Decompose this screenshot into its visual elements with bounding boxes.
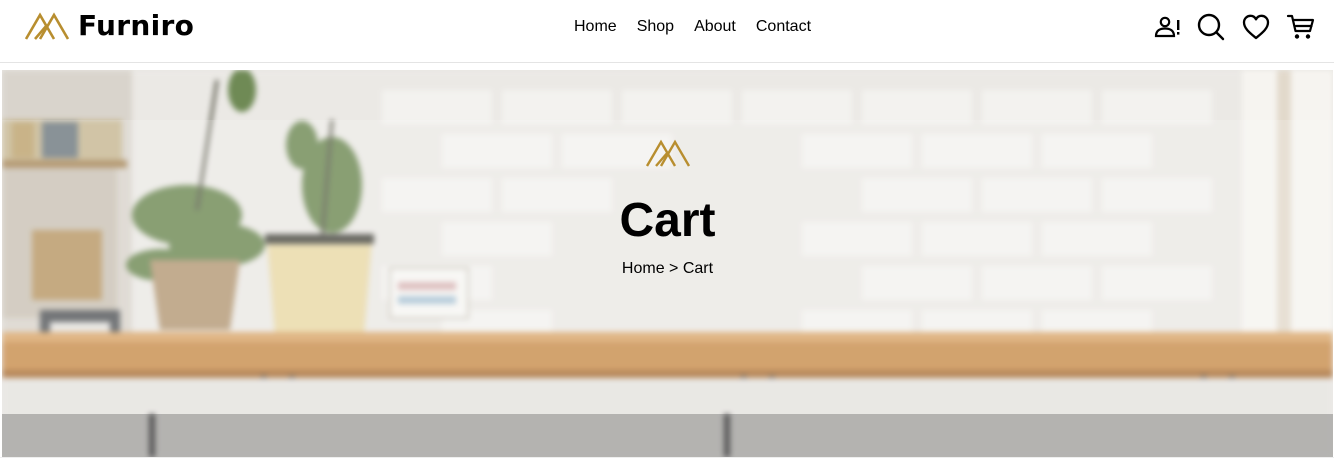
brand-name: Furniro [78,9,195,42]
nav-home[interactable]: Home [574,18,617,36]
breadcrumb-current: Cart [682,260,714,277]
breadcrumb-separator: > [669,260,679,277]
furniro-logo-icon [645,138,691,168]
nav-about[interactable]: About [694,18,736,36]
furniro-logo-icon [24,12,70,40]
breadcrumb-home-link[interactable]: Home [622,260,665,277]
nav-shop[interactable]: Shop [637,18,674,36]
content-area-top [0,457,1334,470]
heart-icon[interactable] [1241,12,1271,42]
account-alert-icon[interactable] [1152,12,1182,42]
breadcrumb: Home > Cart [2,260,1333,278]
page-banner: Cart Home > Cart [2,70,1333,457]
main-nav: Home Shop About Contact [574,18,811,36]
header-icons [1152,12,1317,42]
site-header: Furniro Home Shop About Contact [0,0,1334,63]
search-icon[interactable] [1196,12,1226,42]
page-title: Cart [619,194,716,247]
brand-logo-link[interactable]: Furniro [24,10,194,42]
nav-contact[interactable]: Contact [756,18,811,36]
banner-lower-overlay [2,414,1333,457]
cart-icon[interactable] [1286,12,1316,42]
